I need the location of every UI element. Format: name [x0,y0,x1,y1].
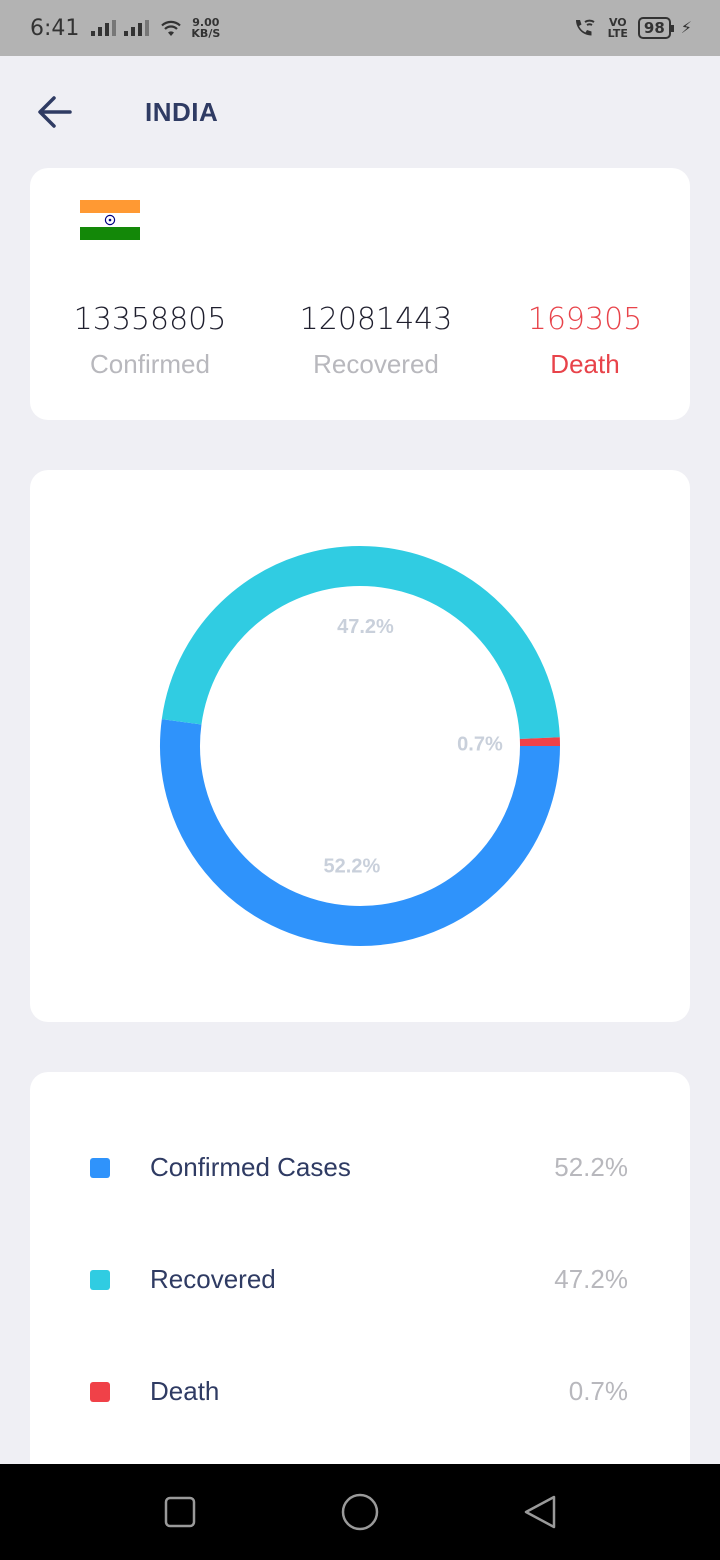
battery-level: 98 [643,19,665,37]
donut-chart-card: 52.2% 47.2% 0.7% [30,470,690,1022]
donut-slice-recovered [161,546,560,740]
volte-bottom: LTE [607,27,628,40]
legend-row-death: Death 0.7% [30,1372,690,1412]
legend-label: Death [150,1376,220,1406]
legend-card: Confirmed Cases 52.2% Recovered 47.2% De… [30,1072,690,1492]
back-arrow-icon[interactable] [34,92,78,132]
net-speed: 9.00 KB/S [191,17,220,39]
home-circle-icon[interactable] [341,1493,379,1531]
legend-value: 47.2% [554,1264,628,1294]
legend-value: 0.7% [568,1376,628,1406]
country-stats-card: 13358805 Confirmed 12081443 Recovered 16… [30,168,690,420]
recovered-value: 12081443 [299,302,453,337]
signal-1-icon [91,20,117,36]
confirmed-label: Confirmed [90,349,210,379]
battery-icon: 98 [637,17,674,39]
india-flag-icon [80,200,140,240]
legend-label: Confirmed Cases [150,1152,351,1182]
charging-icon: ⚡ [680,20,692,37]
legend-swatch-confirmed [90,1158,110,1178]
legend-row-confirmed: Confirmed Cases 52.2% [30,1148,690,1188]
status-time: 6:41 [30,15,80,41]
status-bar: 6:41 9.00 KB/S VO LTE 98 ⚡ [0,0,720,56]
volte-indicator: VO LTE [608,17,628,39]
legend-value: 52.2% [554,1152,628,1182]
recovered-label: Recovered [313,349,439,379]
death-stat: 169305 Death [485,302,685,380]
donut-label-confirmed-cases: 52.2% [324,856,381,878]
donut-label-death: 0.7% [457,733,503,755]
signal-2-icon [124,20,150,36]
confirmed-stat: 13358805 Confirmed [50,302,250,380]
recent-apps-square-icon[interactable] [164,1496,196,1528]
system-nav-bar [0,1464,720,1560]
legend-label: Recovered [150,1264,276,1294]
confirmed-value: 13358805 [73,302,227,337]
legend-swatch-death [90,1382,110,1402]
wifi-icon [161,20,182,36]
legend-row-recovered: Recovered 47.2% [30,1260,690,1300]
status-right: VO LTE 98 ⚡ [572,17,692,39]
nav-back-triangle-icon[interactable] [522,1494,558,1530]
wifi-call-icon [575,19,595,36]
net-speed-unit: KB/S [191,27,221,40]
donut-chart: 52.2% 47.2% 0.7% [160,546,560,946]
death-label: Death [550,349,620,379]
recovered-stat: 12081443 Recovered [276,302,476,380]
legend-swatch-recovered [90,1270,110,1290]
donut-label-recovered: 47.2% [337,616,394,638]
page-title: INDIA [145,97,219,127]
death-value: 169305 [527,302,643,337]
